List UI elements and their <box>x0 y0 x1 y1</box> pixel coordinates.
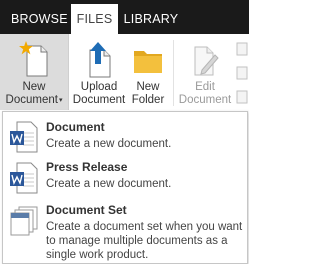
new-document-icon <box>17 40 51 82</box>
new-document-label-line2: Document▾ <box>0 94 68 107</box>
folder-icon <box>133 46 163 78</box>
ribbon-separator <box>173 40 174 106</box>
upload-document-label-line1: Upload <box>80 81 118 93</box>
tab-files[interactable]: FILES <box>71 4 118 34</box>
word-document-icon <box>9 121 39 158</box>
chevron-down-icon: ▾ <box>58 97 63 104</box>
menu-item-description: Create a new document. <box>46 178 172 190</box>
new-folder-label-line1: New <box>136 81 160 93</box>
menu-item-description: Create a new document. <box>46 138 172 150</box>
menu-item-document[interactable]: Document Create a new document. <box>3 116 247 158</box>
sharepoint-ribbon-screen: BROWSE FILES LIBRARY New Document▾ Uploa… <box>0 0 249 264</box>
new-document-button[interactable]: New Document▾ <box>0 34 69 110</box>
tab-library[interactable]: LIBRARY <box>123 0 179 34</box>
discard-checkout-icon[interactable] <box>236 90 248 104</box>
menu-item-press-release[interactable]: Press Release Create a new document. <box>3 157 247 199</box>
edit-document-button[interactable]: Edit Document <box>176 34 234 110</box>
ribbon-tab-bar: BROWSE FILES LIBRARY <box>0 0 249 34</box>
edit-document-label-line1: Edit <box>195 81 215 93</box>
upload-document-button[interactable]: Upload Document <box>70 34 128 110</box>
document-set-icon <box>9 205 41 242</box>
files-ribbon: New Document▾ Upload Document New Folder… <box>0 34 249 112</box>
new-folder-button[interactable]: New Folder <box>128 34 168 110</box>
word-document-icon <box>9 162 39 199</box>
menu-item-title: Document Set <box>46 203 127 217</box>
check-in-icon[interactable] <box>236 66 248 80</box>
menu-item-description: Create a document set when you want to m… <box>46 221 243 261</box>
edit-document-icon <box>190 44 220 80</box>
new-folder-label-line2: Folder <box>131 94 165 106</box>
edit-document-label-line2: Document <box>178 94 232 106</box>
new-document-dropdown-menu: Document Create a new document. Press Re… <box>2 111 248 264</box>
check-out-icon[interactable] <box>236 42 248 56</box>
menu-item-document-set[interactable]: Document Set Create a document set when … <box>3 200 247 262</box>
new-document-label-line1: New <box>22 81 46 93</box>
upload-document-label-line2: Document <box>72 94 126 106</box>
menu-item-title: Press Release <box>46 160 128 174</box>
new-document-label-text: Document <box>5 94 58 106</box>
tab-browse[interactable]: BROWSE <box>11 0 68 34</box>
upload-icon <box>84 42 114 82</box>
menu-item-title: Document <box>46 120 105 134</box>
